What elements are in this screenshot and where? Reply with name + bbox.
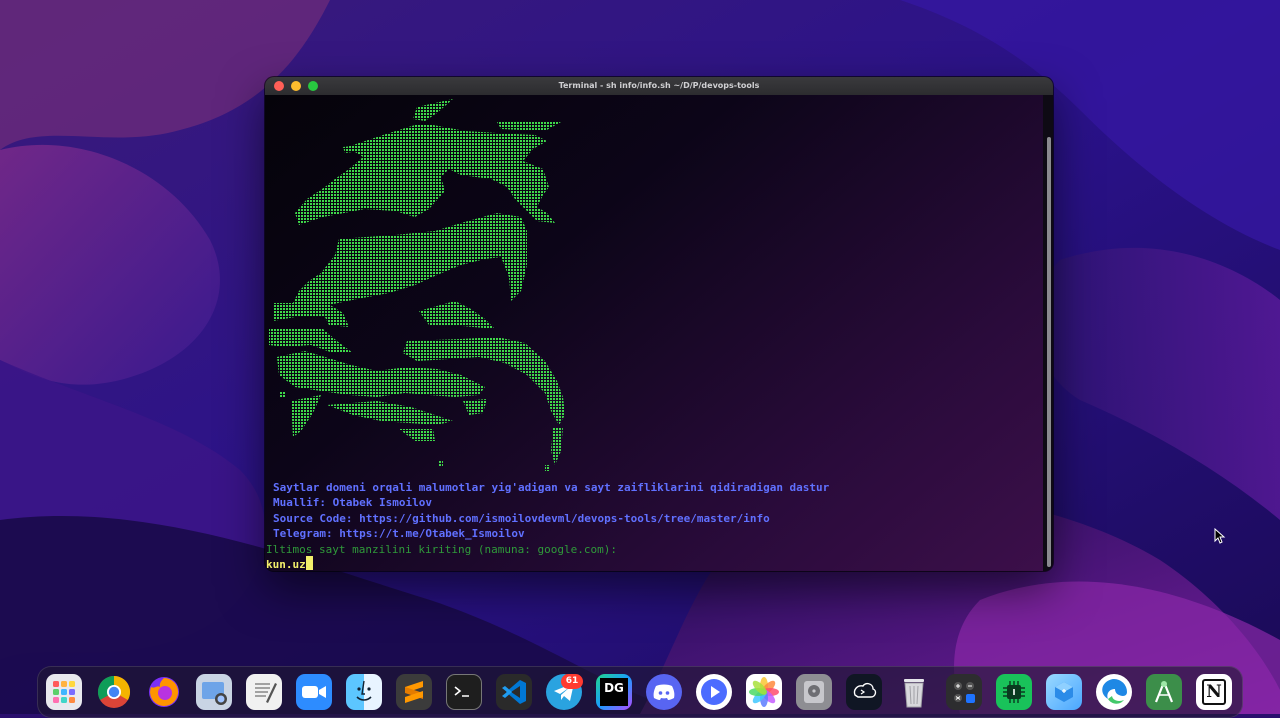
discord-icon[interactable] — [646, 674, 682, 710]
zoom-icon[interactable] — [296, 674, 332, 710]
cube-icon[interactable] — [1046, 674, 1082, 710]
datagrip-label: DG — [600, 678, 628, 706]
telegram-text: Telegram: https://t.me/Otabek_Ismoilov — [273, 527, 525, 540]
edge-icon[interactable] — [1096, 674, 1132, 710]
finder-icon[interactable] — [346, 674, 382, 710]
vscode-icon[interactable] — [496, 674, 532, 710]
android-studio-icon[interactable] — [1146, 674, 1182, 710]
chrome-icon[interactable] — [96, 674, 132, 710]
window-titlebar[interactable]: Terminal - sh info/info.sh ~/D/P/devops-… — [265, 77, 1053, 96]
trash-icon[interactable] — [896, 674, 932, 710]
sublime-icon[interactable] — [396, 674, 432, 710]
chip-icon[interactable] — [996, 674, 1032, 710]
launchpad-icon[interactable] — [46, 674, 82, 710]
telegram-unread-badge: 61 — [561, 674, 583, 689]
disk-utility-icon[interactable] — [796, 674, 832, 710]
terminal-input[interactable]: kun.uz — [266, 558, 306, 571]
window-title: Terminal - sh info/info.sh ~/D/P/devops-… — [558, 81, 760, 90]
textedit-icon[interactable] — [246, 674, 282, 710]
datagrip-icon[interactable]: DG — [596, 674, 632, 710]
notion-label: N — [1202, 679, 1226, 705]
terminal-icon[interactable] — [446, 674, 482, 710]
text-cursor — [306, 556, 313, 570]
ascii-art-dragon — [269, 99, 565, 471]
warp-icon[interactable] — [846, 674, 882, 710]
preview-icon[interactable] — [196, 674, 232, 710]
play-icon[interactable] — [696, 674, 732, 710]
author-text: Muallif: Otabek Ismoilov — [273, 496, 432, 509]
mouse-pointer-icon — [1214, 528, 1226, 544]
scrollbar-thumb[interactable] — [1047, 137, 1051, 567]
source-code-text: Source Code: https://github.com/ismoilov… — [273, 512, 770, 525]
photos-icon[interactable] — [746, 674, 782, 710]
notion-icon[interactable]: N — [1196, 674, 1232, 710]
input-prompt: Iltimos sayt manzilini kiriting (namuna:… — [266, 543, 617, 556]
firefox-icon[interactable] — [146, 674, 182, 710]
description-text: Saytlar domeni orqali malumotlar yig'adi… — [273, 481, 830, 494]
calculator-icon[interactable] — [946, 674, 982, 710]
